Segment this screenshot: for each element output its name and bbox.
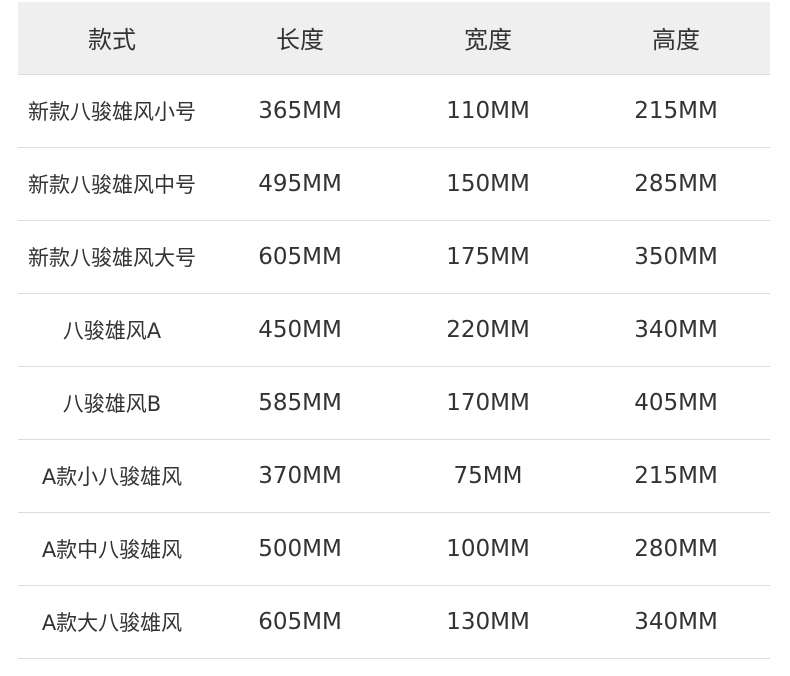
cell-height: 350MM xyxy=(582,220,770,294)
header-row: 款式 长度 宽度 高度 xyxy=(18,2,770,75)
cell-length: 585MM xyxy=(206,366,394,440)
cell-length: 370MM xyxy=(206,439,394,513)
size-spec-table: 款式 长度 宽度 高度 新款八骏雄风小号 365MM 110MM 215MM 新… xyxy=(18,2,770,659)
cell-length: 605MM xyxy=(206,220,394,294)
cell-length: 495MM xyxy=(206,147,394,221)
table-row: 新款八骏雄风小号 365MM 110MM 215MM xyxy=(18,74,770,148)
cell-style: A款小八骏雄风 xyxy=(18,439,206,513)
cell-height: 405MM xyxy=(582,366,770,440)
table-header: 款式 长度 宽度 高度 xyxy=(18,2,770,75)
cell-style: A款大八骏雄风 xyxy=(18,585,206,659)
header-width: 宽度 xyxy=(394,2,582,75)
cell-style: 新款八骏雄风小号 xyxy=(18,74,206,148)
cell-width: 170MM xyxy=(394,366,582,440)
cell-width: 75MM xyxy=(394,439,582,513)
table-row: 八骏雄风A 450MM 220MM 340MM xyxy=(18,293,770,367)
cell-length: 605MM xyxy=(206,585,394,659)
cell-width: 220MM xyxy=(394,293,582,367)
table-row: 八骏雄风B 585MM 170MM 405MM xyxy=(18,366,770,440)
header-style: 款式 xyxy=(18,2,206,75)
cell-width: 175MM xyxy=(394,220,582,294)
cell-style: 八骏雄风B xyxy=(18,366,206,440)
table-row: A款中八骏雄风 500MM 100MM 280MM xyxy=(18,512,770,586)
table-body: 新款八骏雄风小号 365MM 110MM 215MM 新款八骏雄风中号 495M… xyxy=(18,74,770,659)
table-row: A款小八骏雄风 370MM 75MM 215MM xyxy=(18,439,770,513)
cell-height: 285MM xyxy=(582,147,770,221)
header-height: 高度 xyxy=(582,2,770,75)
cell-height: 215MM xyxy=(582,439,770,513)
cell-width: 130MM xyxy=(394,585,582,659)
cell-width: 150MM xyxy=(394,147,582,221)
cell-height: 280MM xyxy=(582,512,770,586)
cell-height: 340MM xyxy=(582,293,770,367)
table-row: 新款八骏雄风大号 605MM 175MM 350MM xyxy=(18,220,770,294)
cell-width: 110MM xyxy=(394,74,582,148)
table-row: 新款八骏雄风中号 495MM 150MM 285MM xyxy=(18,147,770,221)
cell-style: 八骏雄风A xyxy=(18,293,206,367)
header-length: 长度 xyxy=(206,2,394,75)
cell-width: 100MM xyxy=(394,512,582,586)
cell-length: 365MM xyxy=(206,74,394,148)
cell-style: A款中八骏雄风 xyxy=(18,512,206,586)
cell-height: 215MM xyxy=(582,74,770,148)
cell-style: 新款八骏雄风大号 xyxy=(18,220,206,294)
cell-length: 450MM xyxy=(206,293,394,367)
cell-height: 340MM xyxy=(582,585,770,659)
cell-length: 500MM xyxy=(206,512,394,586)
table-row: A款大八骏雄风 605MM 130MM 340MM xyxy=(18,585,770,659)
cell-style: 新款八骏雄风中号 xyxy=(18,147,206,221)
